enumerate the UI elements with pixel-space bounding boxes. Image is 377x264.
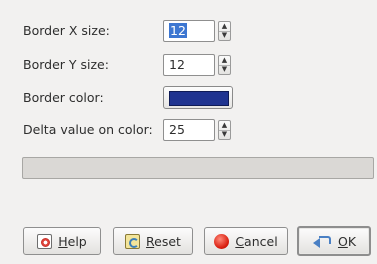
border-x-decrement-button[interactable]: ▼	[219, 31, 230, 40]
help-button[interactable]: Help	[23, 227, 101, 255]
cancel-icon	[214, 233, 230, 249]
border-y-label: Border Y size:	[23, 57, 109, 72]
reset-button[interactable]: Reset	[113, 227, 193, 255]
ok-icon	[312, 234, 332, 249]
border-y-input[interactable]: 12	[163, 54, 215, 76]
delta-label: Delta value on color:	[23, 122, 153, 137]
delta-spinbutton: 25 ▲ ▼	[163, 119, 231, 141]
border-x-label: Border X size:	[23, 23, 110, 38]
border-color-label: Border color:	[23, 90, 104, 105]
border-color-button[interactable]	[163, 86, 233, 109]
help-icon	[37, 233, 53, 249]
border-y-spinbutton: 12 ▲ ▼	[163, 54, 231, 76]
border-x-spinbutton: 12 ▲ ▼	[163, 20, 231, 42]
delta-value: 25	[169, 122, 185, 137]
border-x-value: 12	[169, 23, 187, 38]
ok-button-label: OK	[337, 233, 357, 249]
border-y-decrement-button[interactable]: ▼	[219, 65, 230, 74]
border-x-spin-buttons: ▲ ▼	[218, 21, 231, 41]
border-y-value: 12	[169, 57, 185, 72]
delta-decrement-button[interactable]: ▼	[219, 130, 230, 139]
cancel-button-label: Cancel	[235, 233, 278, 249]
border-y-spin-buttons: ▲ ▼	[218, 55, 231, 75]
border-x-input[interactable]: 12	[163, 20, 215, 42]
reset-button-label: Reset	[146, 233, 181, 249]
delta-spin-buttons: ▲ ▼	[218, 120, 231, 140]
border-color-swatch	[169, 91, 229, 106]
reset-icon	[125, 233, 141, 249]
delta-input[interactable]: 25	[163, 119, 215, 141]
cancel-button[interactable]: Cancel	[204, 227, 288, 255]
ok-button[interactable]: OK	[297, 226, 371, 256]
progress-bar	[22, 157, 374, 179]
help-button-label: Help	[58, 233, 87, 249]
